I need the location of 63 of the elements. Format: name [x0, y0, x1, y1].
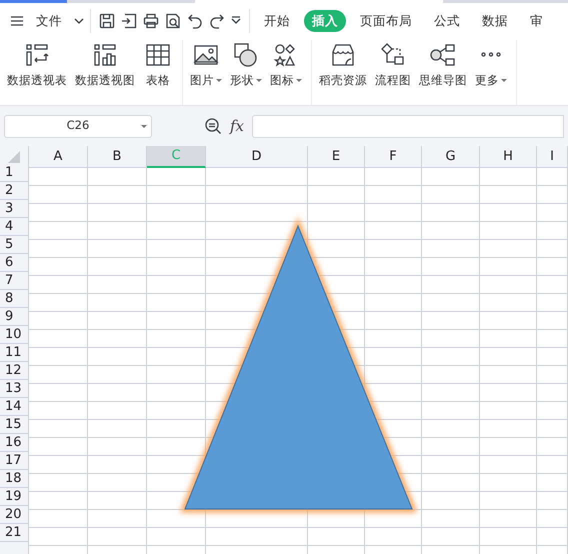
mind-map-icon: [429, 42, 457, 68]
row-header[interactable]: 1: [0, 164, 29, 182]
ribbon-button[interactable]: 流程图: [372, 40, 414, 105]
row-header[interactable]: 18: [0, 470, 29, 488]
formula-field[interactable]: [252, 114, 564, 138]
print-icon[interactable]: [143, 13, 159, 29]
row-header[interactable]: 5: [0, 236, 29, 254]
column-header[interactable]: E: [308, 146, 365, 168]
column-header[interactable]: I: [537, 146, 568, 168]
row-header[interactable]: 10: [0, 326, 29, 344]
redo-icon[interactable]: [209, 13, 225, 29]
column-header[interactable]: F: [365, 146, 422, 168]
triangle-shape[interactable]: [180, 216, 418, 512]
ribbon-button[interactable]: 数据透视图: [72, 40, 138, 105]
row-header[interactable]: 3: [0, 200, 29, 218]
row-header[interactable]: 8: [0, 290, 29, 308]
row-header[interactable]: 7: [0, 272, 29, 290]
file-menu[interactable]: 文件: [28, 10, 70, 32]
ribbon-tab[interactable]: 开始: [256, 10, 298, 32]
row-header[interactable]: 20: [0, 506, 29, 524]
column-header[interactable]: D: [206, 146, 308, 168]
print-preview-icon[interactable]: [165, 13, 181, 29]
row-header[interactable]: 2: [0, 182, 29, 200]
row-header[interactable]: 11: [0, 344, 29, 362]
function-button[interactable]: fx: [230, 114, 244, 138]
ribbon-tab[interactable]: 数据: [474, 10, 516, 32]
row-header[interactable]: 9: [0, 308, 29, 326]
ribbon-button[interactable]: 思维导图: [416, 40, 470, 105]
column-header[interactable]: B: [88, 146, 147, 168]
row-header[interactable]: 13: [0, 380, 29, 398]
ribbon-button[interactable]: 稻壳资源: [316, 40, 370, 105]
chevron-down-icon[interactable]: [74, 17, 84, 25]
caret-icon[interactable]: [141, 124, 147, 128]
save-icon[interactable]: [99, 13, 115, 29]
row-header[interactable]: 15: [0, 416, 29, 434]
row-header[interactable]: 17: [0, 452, 29, 470]
row-header[interactable]: 12: [0, 362, 29, 380]
customize-icon[interactable]: [231, 16, 241, 26]
more-icon: [481, 52, 501, 56]
row-header[interactable]: 16: [0, 434, 29, 452]
column-header[interactable]: G: [422, 146, 480, 168]
ribbon-tab[interactable]: 页面布局: [352, 10, 420, 32]
row-header[interactable]: 4: [0, 218, 29, 236]
export-icon[interactable]: [121, 13, 137, 29]
ribbon-button[interactable]: 数据透视表: [4, 40, 70, 105]
zoom-icon[interactable]: [204, 117, 222, 135]
ribbon-button[interactable]: 图标: [267, 40, 305, 105]
ribbon-button[interactable]: 更多: [472, 40, 510, 105]
ribbon-tab[interactable]: 公式: [426, 10, 468, 32]
table-icon: [144, 42, 172, 68]
menu-icon[interactable]: [10, 15, 24, 27]
row-header[interactable]: 6: [0, 254, 29, 272]
column-header[interactable]: A: [29, 146, 88, 168]
ribbon-tab[interactable]: 审: [522, 10, 551, 32]
name-box[interactable]: C26: [4, 114, 152, 138]
row-header[interactable]: 21: [0, 524, 29, 542]
ribbon-button[interactable]: 图片: [187, 40, 225, 105]
ribbon-button[interactable]: 形状: [227, 40, 265, 105]
ribbon-button[interactable]: 表格: [140, 40, 176, 105]
row-header[interactable]: 19: [0, 488, 29, 506]
undo-icon[interactable]: [187, 13, 203, 29]
column-header[interactable]: H: [480, 146, 537, 168]
row-header[interactable]: 14: [0, 398, 29, 416]
